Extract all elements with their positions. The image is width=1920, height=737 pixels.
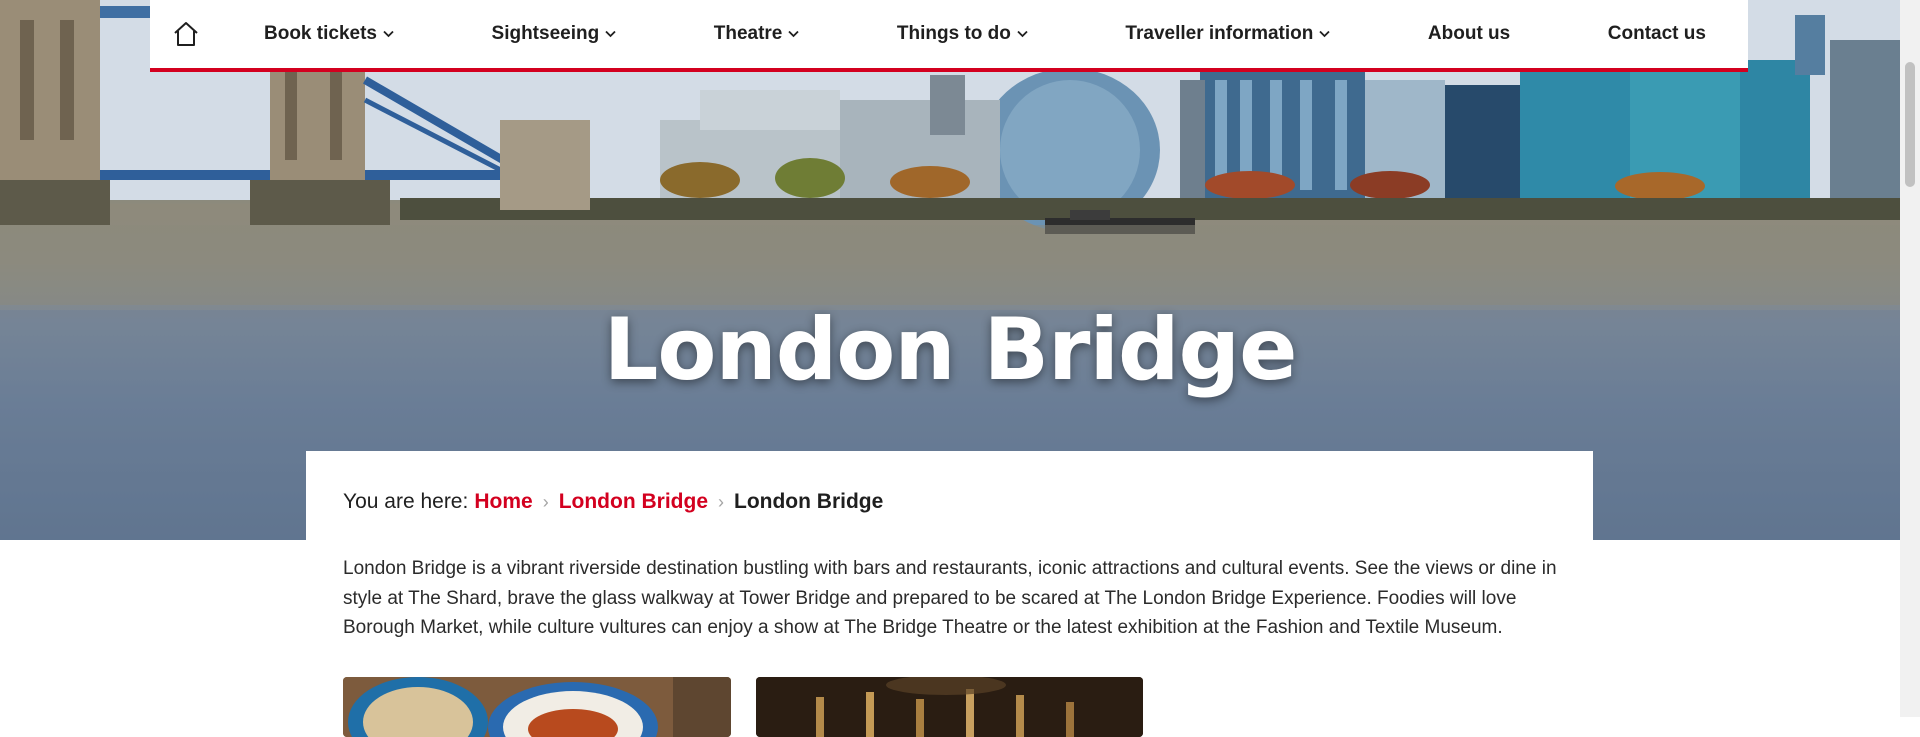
food-image <box>343 677 731 737</box>
home-icon <box>174 22 198 46</box>
breadcrumb-link-home[interactable]: Home <box>474 490 532 514</box>
breadcrumb-link-london-bridge[interactable]: London Bridge <box>559 490 708 514</box>
nav-item-theatre[interactable]: Theatre <box>714 23 800 45</box>
home-button[interactable] <box>150 0 222 68</box>
nav-item-about-us[interactable]: About us <box>1428 23 1510 45</box>
nav-item-sightseeing[interactable]: Sightseeing <box>492 23 617 45</box>
food-thumbnail-image[interactable] <box>343 677 731 737</box>
nav-item-label: Theatre <box>713 23 783 44</box>
nav-item-things-to-do[interactable]: Things to do <box>897 23 1028 45</box>
chevron-down-icon <box>1017 30 1028 38</box>
nav-item-label: Sightseeing <box>491 23 600 44</box>
chevron-down-icon <box>1319 30 1331 38</box>
breadcrumb-current: London Bridge <box>734 490 884 513</box>
breadcrumb: You are here: Home › London Bridge › Lon… <box>343 487 883 517</box>
breadcrumb-prefix: You are here: <box>343 490 469 513</box>
chevron-down-icon <box>605 30 616 38</box>
chevron-down-icon <box>788 30 800 38</box>
chevron-right-icon: › <box>718 491 724 512</box>
bar-image <box>756 677 1143 737</box>
nav-item-contact-us[interactable]: Contact us <box>1608 23 1706 45</box>
nav-item-label: About us <box>1427 23 1511 44</box>
nav-item-label: Traveller information <box>1125 23 1314 44</box>
nav-item-label: Contact us <box>1607 23 1706 44</box>
intro-paragraph: London Bridge is a vibrant riverside des… <box>343 558 1557 638</box>
nav-item-traveller-information[interactable]: Traveller information <box>1125 23 1331 45</box>
nav-menu: Book tickets Sightseeing Theatre Things … <box>222 23 1748 45</box>
page-title: London Bridge <box>603 300 1298 400</box>
page-scrollbar[interactable] <box>1900 0 1920 717</box>
chevron-right-icon: › <box>542 491 549 512</box>
nav-item-book-tickets[interactable]: Book tickets <box>264 23 394 45</box>
bar-thumbnail-image[interactable] <box>756 677 1143 737</box>
scrollbar-thumb[interactable] <box>1905 62 1915 187</box>
chevron-down-icon <box>383 30 394 38</box>
nav-item-label: Book tickets <box>264 23 377 44</box>
nav-item-label: Things to do <box>896 23 1011 44</box>
main-navigation: Book tickets Sightseeing Theatre Things … <box>150 0 1748 72</box>
